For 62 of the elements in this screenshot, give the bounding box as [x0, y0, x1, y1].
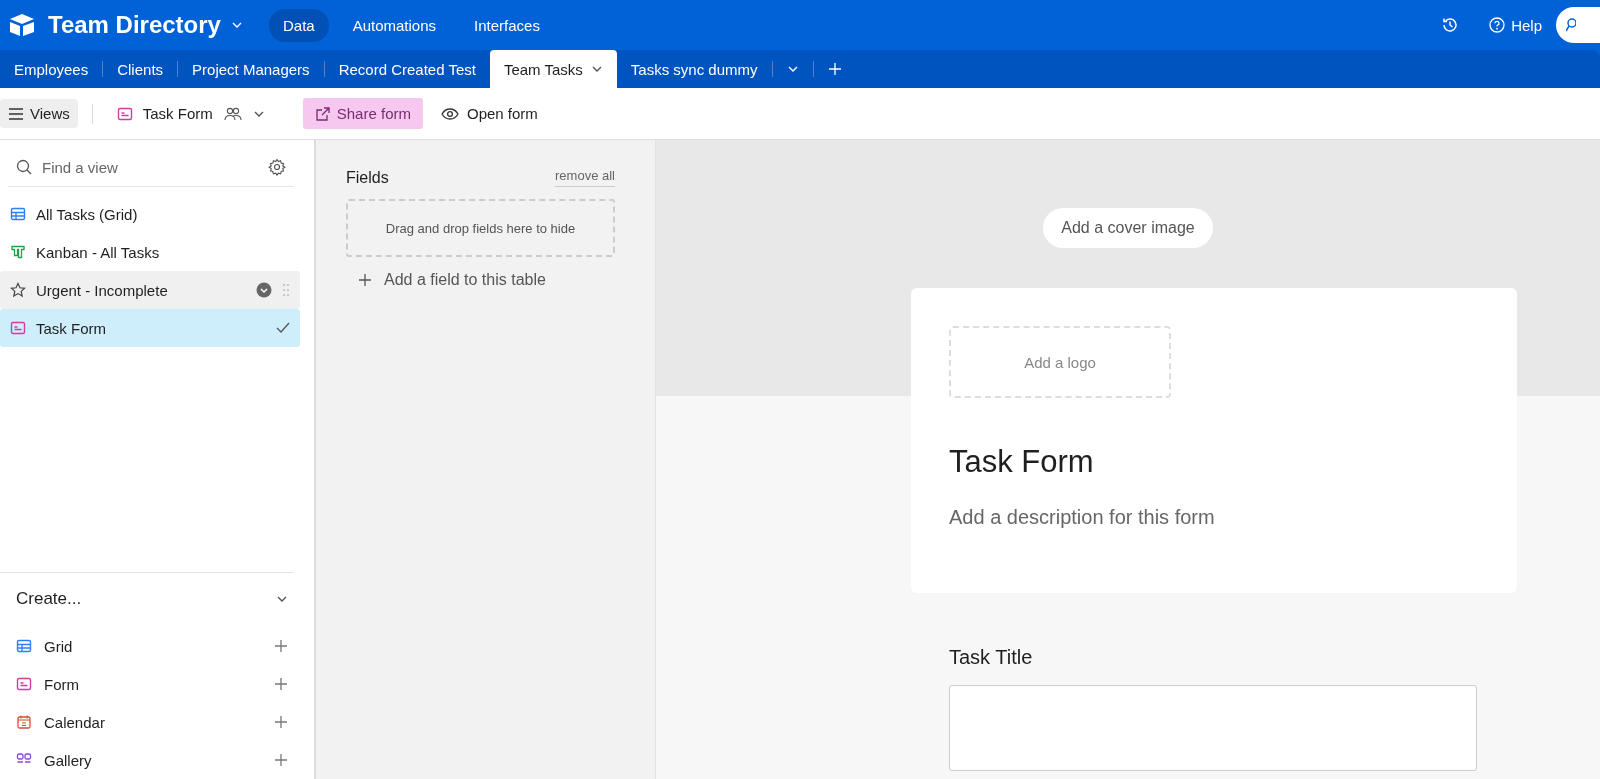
fields-title: Fields — [346, 168, 389, 187]
table-tab[interactable]: Record Created Test — [324, 50, 490, 88]
form-icon — [16, 676, 32, 692]
external-link-icon — [314, 105, 331, 122]
plus-icon[interactable] — [274, 639, 288, 653]
plus-icon[interactable] — [274, 677, 288, 691]
dropdown-circle-icon[interactable] — [256, 282, 272, 298]
search-icon — [16, 159, 32, 175]
menu-icon — [8, 107, 24, 120]
plus-icon[interactable] — [358, 273, 372, 287]
form-title[interactable]: Task Form — [949, 444, 1479, 480]
base-name[interactable]: Team Directory — [48, 11, 221, 39]
table-tab[interactable]: Team Tasks — [489, 50, 617, 88]
view-item[interactable]: Kanban - All Tasks — [0, 233, 300, 271]
checkmark-icon — [276, 322, 290, 334]
calendar-icon — [16, 714, 32, 730]
settings-icon[interactable] — [268, 158, 286, 176]
views-button[interactable]: Views — [0, 99, 78, 128]
nav-tab[interactable]: Data — [268, 8, 329, 42]
table-tab[interactable]: Clients — [103, 50, 178, 88]
view-item[interactable]: All Tasks (Grid) — [0, 195, 300, 233]
view-item[interactable]: Urgent - Incomplete — [0, 271, 300, 309]
table-tab[interactable]: Tasks sync dummy — [616, 50, 772, 88]
field-label: Task Title — [949, 646, 1034, 669]
find-view-field[interactable]: Find a view — [42, 158, 258, 176]
create-view-item[interactable]: Form — [16, 665, 294, 703]
people-icon — [222, 105, 243, 122]
history-icon[interactable] — [1441, 16, 1460, 34]
view-switcher[interactable]: Task Form — [116, 105, 265, 122]
create-section-title[interactable]: Create... — [16, 589, 82, 609]
form-icon — [116, 105, 133, 122]
table-tab[interactable]: Project Managers — [178, 50, 324, 88]
add-field-button[interactable]: Add a field to this table — [358, 271, 615, 289]
drag-handle-icon[interactable] — [282, 283, 290, 297]
view-item[interactable]: Task Form — [0, 309, 300, 347]
add-cover-image-button[interactable]: Add a cover image — [1043, 208, 1213, 248]
nav-tab[interactable]: Automations — [338, 8, 451, 42]
remove-all-link[interactable]: remove all — [555, 168, 615, 187]
plus-icon[interactable] — [274, 753, 288, 767]
table-tab[interactable]: Employees — [0, 50, 103, 88]
plus-icon[interactable] — [274, 715, 288, 729]
app-logo-icon[interactable] — [8, 13, 36, 37]
create-view-item[interactable]: Calendar — [16, 703, 294, 741]
form-icon — [10, 320, 26, 336]
form-description[interactable]: Add a description for this form — [949, 506, 1479, 555]
help-button[interactable]: Help — [1489, 16, 1542, 34]
add-table-icon[interactable] — [827, 62, 842, 76]
kanban-icon — [10, 244, 26, 260]
share-form-button[interactable]: Share form — [302, 98, 423, 129]
grid-icon — [16, 638, 32, 654]
task-title-input[interactable] — [949, 685, 1477, 771]
add-logo-button[interactable]: Add a logo — [949, 326, 1171, 398]
drop-zone: Drag and drop fields here to hide — [346, 199, 615, 257]
star-icon — [10, 282, 26, 298]
grid-icon — [10, 206, 26, 222]
account-avatar[interactable] — [1556, 7, 1600, 43]
nav-tab[interactable]: Interfaces — [460, 8, 554, 42]
create-view-item[interactable]: Grid — [16, 627, 294, 665]
open-form-button[interactable]: Open form — [440, 105, 538, 122]
help-icon — [1489, 17, 1506, 33]
create-view-item[interactable]: Gallery — [16, 741, 294, 779]
eye-icon — [440, 107, 459, 120]
